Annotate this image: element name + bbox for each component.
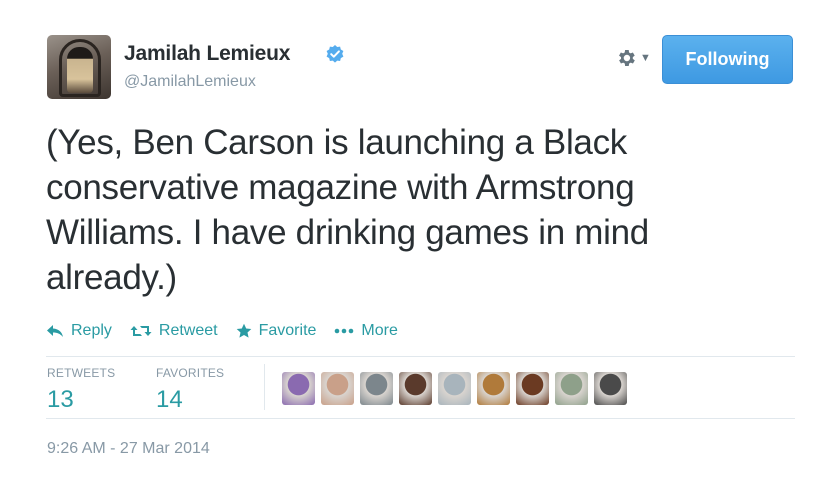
favoriter-avatar[interactable] — [516, 372, 549, 405]
tweet-text: (Yes, Ben Carson is launching a Black co… — [46, 123, 649, 297]
favorite-label: Favorite — [258, 322, 317, 339]
author-handle[interactable]: @JamilahLemieux — [124, 73, 256, 91]
favoriters-list — [282, 372, 627, 405]
favoriter-avatar[interactable] — [282, 372, 315, 405]
retweets-count[interactable]: 13 — [47, 386, 115, 414]
more-button[interactable]: More — [334, 322, 398, 340]
gear-menu-button[interactable]: ▼ — [615, 47, 655, 69]
chevron-down-icon: ▼ — [640, 52, 651, 64]
tweet-card: Jamilah Lemieux @JamilahLemieux ▼ Follow… — [0, 0, 838, 498]
reply-label: Reply — [71, 322, 112, 339]
reply-button[interactable]: Reply — [46, 322, 112, 340]
favorites-stat[interactable]: FAVORITES 14 — [156, 366, 224, 414]
tweet-actions: Reply Retweet Favorite More — [46, 320, 416, 342]
favoriter-avatar[interactable] — [555, 372, 588, 405]
more-dots-icon — [335, 328, 354, 334]
tweet-timestamp[interactable]: 9:26 AM - 27 Mar 2014 — [47, 440, 210, 458]
favoriter-avatar[interactable] — [399, 372, 432, 405]
favoriter-avatar[interactable] — [360, 372, 393, 405]
divider — [46, 356, 795, 357]
favorites-label: FAVORITES — [156, 366, 225, 380]
verified-badge-icon — [326, 45, 344, 63]
star-icon — [236, 323, 251, 338]
favorite-button[interactable]: Favorite — [236, 322, 317, 340]
retweet-icon — [130, 326, 152, 336]
retweets-label: RETWEETS — [47, 366, 116, 380]
favoriter-avatar[interactable] — [321, 372, 354, 405]
favoriter-avatar[interactable] — [477, 372, 510, 405]
favoriter-avatar[interactable] — [438, 372, 471, 405]
gear-icon — [619, 50, 635, 66]
following-button[interactable]: Following — [662, 35, 793, 84]
retweet-label: Retweet — [158, 322, 218, 339]
author-name[interactable]: Jamilah Lemieux — [124, 42, 290, 66]
divider — [46, 418, 795, 419]
avatar[interactable] — [47, 35, 111, 99]
retweet-button[interactable]: Retweet — [130, 322, 218, 340]
retweets-stat[interactable]: RETWEETS 13 — [47, 366, 115, 414]
more-label: More — [361, 322, 398, 339]
favorites-count[interactable]: 14 — [156, 386, 224, 414]
favoriter-avatar[interactable] — [594, 372, 627, 405]
reply-icon — [47, 325, 63, 337]
stats-divider — [264, 364, 265, 410]
avatar-figure — [67, 47, 93, 93]
